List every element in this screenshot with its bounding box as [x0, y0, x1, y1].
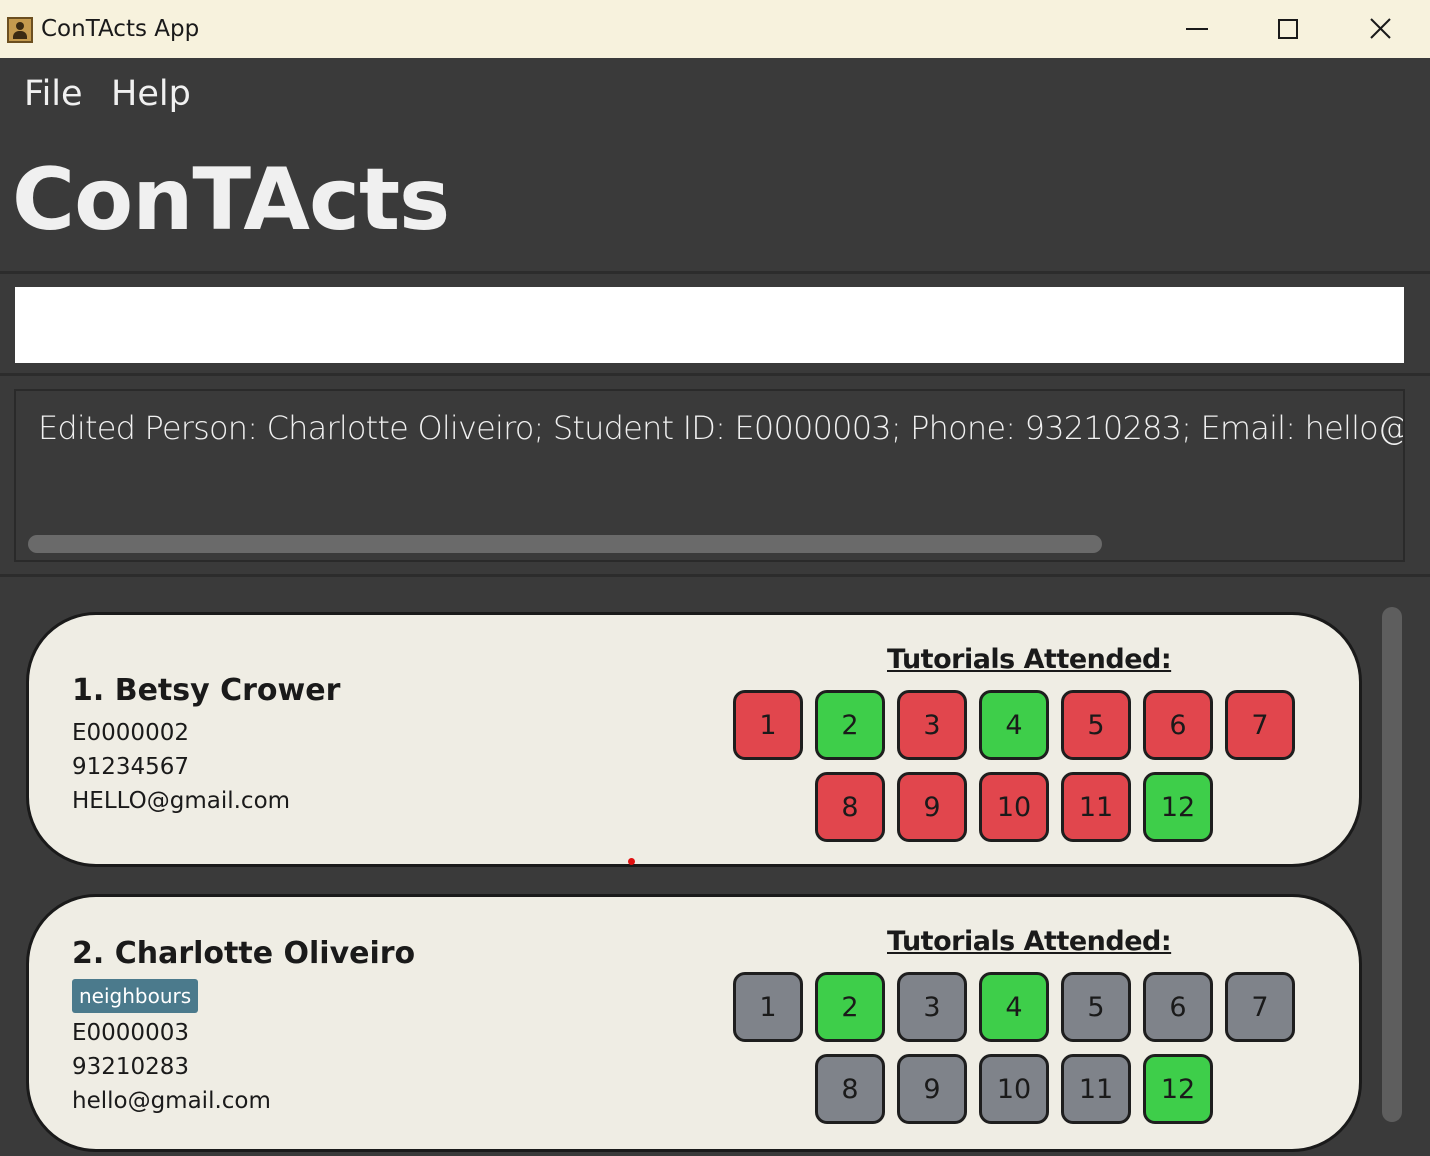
divider: [0, 574, 1430, 577]
window-title: ConTActs App: [41, 16, 200, 42]
tutorial-8-box: 8: [815, 1054, 885, 1124]
divider: [0, 373, 1430, 376]
tutorial-10-box: 10: [979, 1054, 1049, 1124]
maximize-icon: [1278, 19, 1298, 39]
cursor-dot: [628, 858, 635, 865]
tutorial-9-box: 9: [897, 772, 967, 842]
menu-help[interactable]: Help: [111, 74, 191, 114]
tutorial-4-box: 4: [979, 690, 1049, 760]
tutorial-2-box: 2: [815, 690, 885, 760]
result-text: Edited Person: Charlotte Oliveiro; Stude…: [38, 409, 1405, 447]
menu-file[interactable]: File: [24, 74, 83, 114]
student-id: E0000002: [72, 720, 189, 746]
app-icon: [7, 17, 33, 43]
student-id: E0000003: [72, 1020, 189, 1046]
tutorials-heading: Tutorials Attended:: [887, 926, 1172, 957]
tutorial-6-box: 6: [1143, 690, 1213, 760]
tutorial-12-box: 12: [1143, 772, 1213, 842]
tutorial-11-box: 11: [1061, 772, 1131, 842]
minimize-icon: [1186, 28, 1208, 30]
tutorial-10-box: 10: [979, 772, 1049, 842]
phone: 93210283: [72, 1054, 190, 1080]
tutorial-5-box: 5: [1061, 972, 1131, 1042]
person-name: 2. Charlotte Oliveiro: [72, 936, 416, 971]
menu-bar: File Help: [0, 58, 1430, 130]
vertical-scrollbar[interactable]: [1382, 607, 1402, 1122]
title-bar: ConTActs App: [0, 0, 1430, 58]
tutorial-7-box: 7: [1225, 972, 1295, 1042]
tutorial-4-box: 4: [979, 972, 1049, 1042]
tutorial-9-box: 9: [897, 1054, 967, 1124]
tutorial-7-box: 7: [1225, 690, 1295, 760]
tutorial-1-box: 1: [733, 690, 803, 760]
tag-badge: neighbours: [72, 979, 199, 1013]
phone: 91234567: [72, 754, 190, 780]
tutorial-3-box: 3: [897, 690, 967, 760]
tutorial-12-box: 12: [1143, 1054, 1213, 1124]
email: hello@gmail.com: [72, 1088, 271, 1114]
command-input[interactable]: [15, 287, 1404, 363]
person-name: 1. Betsy Crower: [72, 673, 341, 708]
minimize-button[interactable]: [1176, 12, 1216, 48]
tutorial-6-box: 6: [1143, 972, 1213, 1042]
email: HELLO@gmail.com: [72, 788, 291, 814]
tutorial-11-box: 11: [1061, 1054, 1131, 1124]
horizontal-scrollbar[interactable]: [28, 535, 1102, 553]
tutorials-heading: Tutorials Attended:: [887, 644, 1172, 675]
tutorial-5-box: 5: [1061, 690, 1131, 760]
tutorial-1-box: 1: [733, 972, 803, 1042]
person-card[interactable]: 2. Charlotte Oliveiro neighbours E000000…: [26, 894, 1362, 1152]
tutorial-3-box: 3: [897, 972, 967, 1042]
app-heading: ConTActs: [12, 150, 450, 250]
result-display: Edited Person: Charlotte Oliveiro; Stude…: [14, 389, 1405, 562]
tutorial-8-box: 8: [815, 772, 885, 842]
close-button[interactable]: [1360, 12, 1400, 48]
close-icon: [1370, 18, 1391, 39]
divider: [0, 271, 1430, 274]
person-card[interactable]: 1. Betsy Crower E0000002 91234567 HELLO@…: [26, 612, 1362, 867]
maximize-button[interactable]: [1268, 12, 1308, 48]
tutorial-2-box: 2: [815, 972, 885, 1042]
